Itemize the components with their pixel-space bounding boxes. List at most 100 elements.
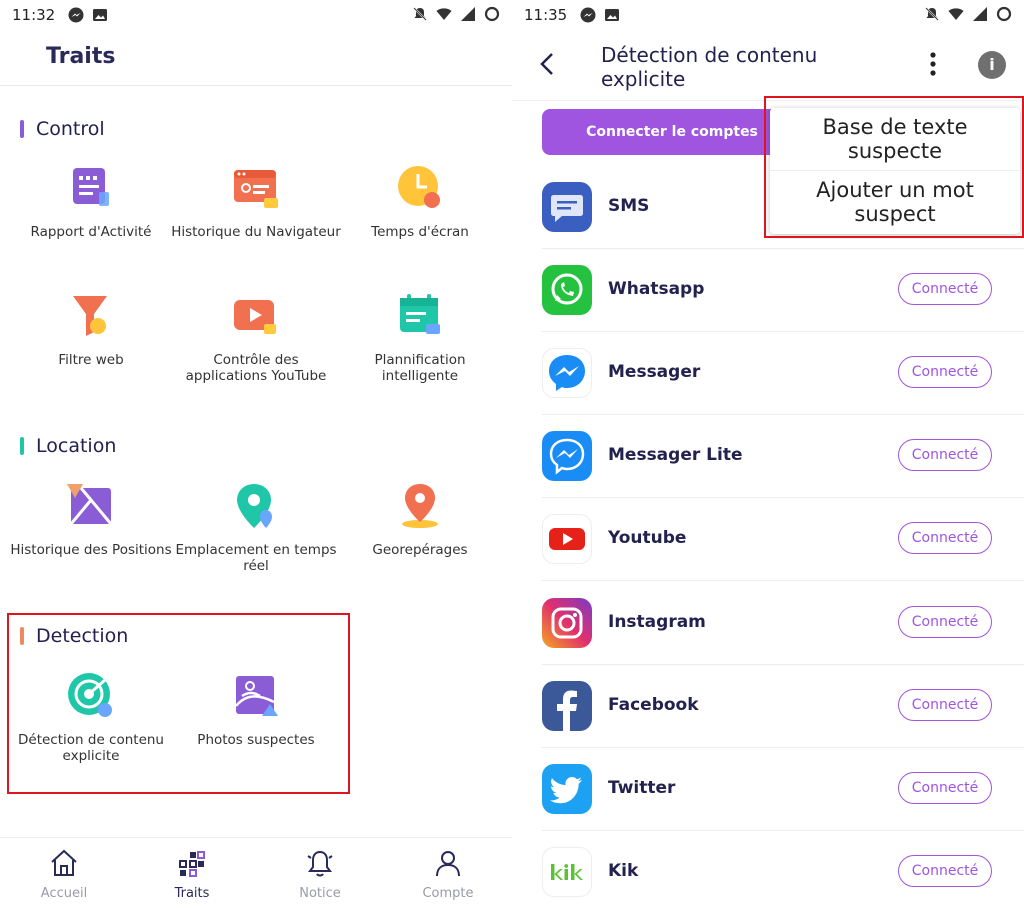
status-bar: 11:32 [0, 0, 512, 32]
page-title: Détection de contenu explicite [601, 43, 818, 91]
twitter-icon [542, 764, 592, 814]
smart-schedule-icon [396, 292, 444, 340]
muted-bell-icon [413, 7, 427, 21]
location-history-icon [67, 482, 115, 530]
tile-geofence[interactable]: Georepérages [335, 482, 505, 558]
app-name: Twitter [608, 778, 676, 798]
facebook-icon [542, 681, 592, 731]
app-row-kik: Kik Connecté [542, 831, 1024, 910]
features-screen: 11:32 Traits Control Rapport d'Activité … [0, 0, 512, 910]
app-row-messenger: Messager Connecté [542, 332, 1024, 415]
tile-screen-time[interactable]: Temps d'écran [335, 164, 505, 240]
section-control: Control [20, 118, 105, 140]
image-notification-icon [93, 9, 107, 21]
bottom-navigation: Accueil Traits Notice Compte [0, 837, 512, 910]
app-name: Whatsapp [608, 279, 705, 299]
status-time: 11:35 [524, 6, 568, 24]
app-row-whatsapp: Whatsapp Connecté [542, 249, 1024, 332]
app-name: Messager Lite [608, 445, 743, 465]
section-location: Location [20, 435, 116, 457]
signal-icon [461, 7, 475, 21]
screen-time-icon [396, 164, 444, 212]
status-time: 11:32 [12, 6, 56, 24]
header-divider [0, 85, 512, 86]
status-bar: 11:35 [512, 0, 1024, 32]
kik-icon [542, 847, 592, 897]
app-row-instagram: Instagram Connecté [542, 582, 1024, 665]
connected-button[interactable]: Connecté [898, 772, 992, 804]
section-title: Control [36, 118, 105, 140]
section-marker [20, 120, 24, 138]
menu-highlight-box [764, 96, 1024, 238]
account-icon [436, 851, 460, 877]
tile-activity-report[interactable]: Rapport d'Activité [6, 164, 176, 240]
app-row-facebook: Facebook Connecté [542, 665, 1024, 748]
messenger-notification-icon [580, 7, 596, 23]
tile-realtime-location[interactable]: Emplacement en temps réel [171, 482, 341, 574]
tile-label: Historique des Positions [10, 542, 172, 558]
connected-button[interactable]: Connecté [898, 439, 992, 471]
app-name: Instagram [608, 612, 706, 632]
app-name: Youtube [608, 528, 687, 548]
nav-label: Compte [422, 886, 474, 901]
info-icon[interactable]: i [978, 51, 1006, 79]
tile-label: Emplacement en temps réel [175, 542, 337, 574]
tile-label: Historique du Navigateur [171, 224, 341, 240]
app-name: Facebook [608, 695, 699, 715]
features-icon [179, 851, 205, 877]
connected-button[interactable]: Connecté [898, 606, 992, 638]
connected-button[interactable]: Connecté [898, 689, 992, 721]
battery-icon [484, 6, 500, 22]
tile-label: Rapport d'Activité [30, 224, 152, 240]
web-filter-icon [67, 292, 115, 340]
nav-label: Notice [299, 886, 341, 901]
detection-highlight-box [7, 613, 350, 794]
tile-location-history[interactable]: Historique des Positions [6, 482, 176, 558]
sms-icon [542, 182, 592, 232]
tile-label: Contrôle des applications YouTube [185, 352, 327, 384]
nav-account[interactable]: Compte [384, 838, 512, 910]
app-name: SMS [608, 196, 650, 216]
connected-button[interactable]: Connecté [898, 273, 992, 305]
tile-smart-schedule[interactable]: Plannification intelligente [335, 292, 505, 384]
tile-browser-history[interactable]: Historique du Navigateur [171, 164, 341, 240]
whatsapp-icon [542, 265, 592, 315]
image-notification-icon [605, 9, 619, 21]
geofence-icon [396, 482, 444, 530]
nav-features[interactable]: Traits [128, 838, 256, 910]
section-marker [20, 437, 24, 455]
section-title: Location [36, 435, 117, 457]
back-arrow-icon[interactable] [536, 50, 560, 78]
app-row-messenger-lite: Messager Lite Connecté [542, 415, 1024, 498]
battery-icon [996, 6, 1012, 22]
more-options-icon[interactable] [922, 50, 944, 78]
realtime-location-icon [232, 482, 280, 530]
tile-web-filter[interactable]: Filtre web [6, 292, 176, 368]
home-icon [51, 849, 77, 876]
connected-button[interactable]: Connecté [898, 356, 992, 388]
explicit-content-screen: 11:35 Détection de contenu explicite i C… [512, 0, 1024, 910]
nav-home[interactable]: Accueil [0, 838, 128, 910]
nav-label: Accueil [40, 886, 88, 901]
youtube-icon [542, 514, 592, 564]
messenger-lite-icon [542, 431, 592, 481]
nav-notice[interactable]: Notice [256, 838, 384, 910]
tile-label: Temps d'écran [371, 224, 469, 240]
page-title: Traits [46, 44, 116, 69]
tile-youtube-control[interactable]: Contrôle des applications YouTube [171, 292, 341, 384]
connected-button[interactable]: Connecté [898, 522, 992, 554]
messenger-icon [542, 348, 592, 398]
activity-report-icon [67, 164, 115, 212]
connect-accounts-button[interactable]: Connecter le comptes [542, 109, 802, 155]
app-name: Messager [608, 362, 701, 382]
instagram-icon [542, 598, 592, 648]
youtube-control-icon [232, 292, 280, 340]
nav-label: Traits [174, 886, 210, 901]
bell-icon [307, 850, 333, 877]
tile-label: Filtre web [58, 352, 124, 368]
app-row-youtube: Youtube Connecté [542, 498, 1024, 581]
wifi-icon [436, 8, 452, 20]
messenger-notification-icon [68, 7, 84, 23]
connected-button[interactable]: Connecté [898, 855, 992, 887]
tile-label: Georepérages [372, 542, 468, 558]
